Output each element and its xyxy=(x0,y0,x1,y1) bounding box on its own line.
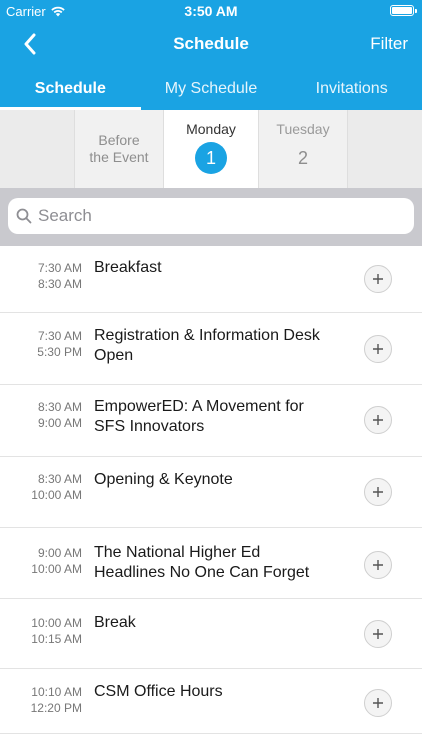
session-times: 10:10 AM 12:20 PM xyxy=(0,684,82,716)
session-times: 10:00 AM 10:15 AM xyxy=(0,615,82,647)
tab-my-schedule[interactable]: My Schedule xyxy=(141,66,282,110)
plus-icon xyxy=(373,274,383,284)
session-title: Break xyxy=(94,614,136,631)
session-row[interactable]: 10:10 AM 12:20 PM CSM Office Hours xyxy=(0,670,422,734)
session-start: 10:10 AM xyxy=(31,685,82,699)
session-row[interactable]: 7:30 AM 8:30 AM Breakfast xyxy=(0,246,422,313)
day-monday[interactable]: Monday 1 xyxy=(164,110,258,188)
session-row[interactable]: 8:30 AM 9:00 AM EmpowerED: A Movement fo… xyxy=(0,386,422,457)
chevron-left-icon xyxy=(24,33,36,55)
plus-icon xyxy=(373,487,383,497)
search-bar xyxy=(0,188,422,246)
day-number: 2 xyxy=(297,148,308,168)
page-title: Schedule xyxy=(173,34,249,53)
session-times: 8:30 AM 9:00 AM xyxy=(0,399,82,431)
day-selector: Before the Event Monday 1 Tuesday 2 xyxy=(0,110,422,188)
add-session-button[interactable] xyxy=(364,551,392,579)
session-end: 5:30 PM xyxy=(37,345,82,359)
status-time: 3:50 AM xyxy=(184,3,238,19)
session-title: Opening & Keynote xyxy=(94,471,233,488)
plus-icon xyxy=(373,698,383,708)
session-start: 9:00 AM xyxy=(37,546,82,560)
plus-icon xyxy=(373,415,383,425)
nav-bar: Schedule Filter xyxy=(0,22,422,66)
session-row[interactable]: 7:30 AM 5:30 PM Registration & Informati… xyxy=(0,314,422,385)
day-tuesday[interactable]: Tuesday 2 xyxy=(258,110,348,188)
filter-button[interactable]: Filter xyxy=(370,34,408,54)
session-start: 10:00 AM xyxy=(31,616,82,630)
tab-bar: Schedule My Schedule Invitations xyxy=(0,66,422,110)
session-times: 9:00 AM 10:00 AM xyxy=(0,545,82,577)
session-title: Registration & Information Desk Open xyxy=(94,327,320,364)
add-session-button[interactable] xyxy=(364,265,392,293)
session-end: 9:00 AM xyxy=(37,416,82,430)
session-start: 7:30 AM xyxy=(37,261,82,275)
plus-icon xyxy=(373,560,383,570)
status-bar: Carrier 3:50 AM xyxy=(0,0,422,22)
add-session-button[interactable] xyxy=(364,478,392,506)
session-title: EmpowerED: A Movement for SFS Innovators xyxy=(94,398,304,435)
tab-invitations[interactable]: Invitations xyxy=(281,66,422,110)
add-session-button[interactable] xyxy=(364,406,392,434)
session-title: CSM Office Hours xyxy=(94,683,223,700)
session-start: 8:30 AM xyxy=(37,400,82,414)
plus-icon xyxy=(373,344,383,354)
session-start: 8:30 AM xyxy=(37,472,82,486)
day-before-line-2: the Event xyxy=(89,149,149,165)
back-button[interactable] xyxy=(16,30,44,58)
session-end: 12:20 PM xyxy=(30,701,82,715)
session-row[interactable]: 8:30 AM 10:00 AM Opening & Keynote xyxy=(0,458,422,528)
session-times: 8:30 AM 10:00 AM xyxy=(0,471,82,503)
session-row[interactable]: 9:00 AM 10:00 AM The National Higher Ed … xyxy=(0,529,422,599)
search-field[interactable] xyxy=(8,198,414,234)
search-icon xyxy=(16,208,32,224)
session-start: 7:30 AM xyxy=(37,329,82,343)
session-end: 8:30 AM xyxy=(37,277,82,291)
add-session-button[interactable] xyxy=(364,620,392,648)
battery-icon xyxy=(390,5,417,16)
session-end: 10:00 AM xyxy=(31,562,82,576)
session-end: 10:00 AM xyxy=(31,488,82,502)
session-row[interactable]: 10:00 AM 10:15 AM Break xyxy=(0,600,422,669)
session-list: 7:30 AM 8:30 AM Breakfast 7:30 AM 5:30 P… xyxy=(0,246,422,734)
session-end: 10:15 AM xyxy=(31,632,82,646)
session-times: 7:30 AM 5:30 PM xyxy=(0,328,82,360)
add-session-button[interactable] xyxy=(364,689,392,717)
day-before-event[interactable]: Before the Event xyxy=(74,110,164,188)
session-times: 7:30 AM 8:30 AM xyxy=(0,260,82,292)
search-input[interactable] xyxy=(38,206,378,226)
day-before-line-1: Before xyxy=(98,132,140,148)
day-number: 1 xyxy=(195,142,227,174)
app-header: Carrier 3:50 AM Schedule Filter Schedule… xyxy=(0,0,422,110)
add-session-button[interactable] xyxy=(364,335,392,363)
session-title: The National Higher Ed Headlines No One … xyxy=(94,544,310,581)
day-name: Monday xyxy=(186,121,236,137)
tab-schedule[interactable]: Schedule xyxy=(0,66,141,110)
plus-icon xyxy=(373,629,383,639)
day-name: Tuesday xyxy=(276,121,330,137)
session-title: Breakfast xyxy=(94,259,162,276)
